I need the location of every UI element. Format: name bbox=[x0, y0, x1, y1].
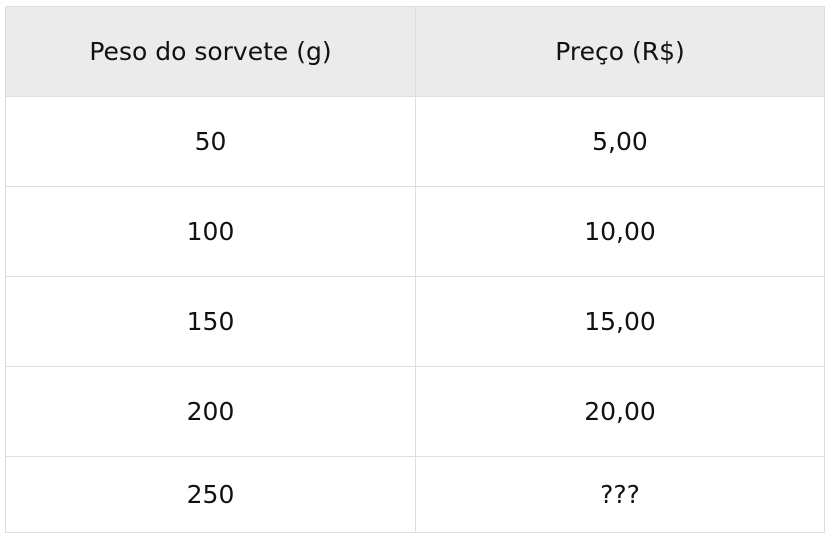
cell-weight: 200 bbox=[5, 366, 416, 457]
price-table-container: Peso do sorvete (g) Preço (R$) 50 5,00 1… bbox=[5, 6, 825, 533]
cell-weight: 100 bbox=[5, 186, 416, 277]
table-row: 250 ??? bbox=[5, 456, 825, 533]
cell-weight: 50 bbox=[5, 96, 416, 187]
cell-price: 10,00 bbox=[415, 186, 825, 277]
cell-weight: 250 bbox=[5, 456, 416, 533]
table-row: 200 20,00 bbox=[5, 366, 825, 457]
table-header-row: Peso do sorvete (g) Preço (R$) bbox=[5, 6, 825, 97]
table-row: 150 15,00 bbox=[5, 276, 825, 367]
cell-weight: 150 bbox=[5, 276, 416, 367]
column-header-price: Preço (R$) bbox=[415, 6, 825, 97]
cell-price: 20,00 bbox=[415, 366, 825, 457]
table-row: 100 10,00 bbox=[5, 186, 825, 277]
table-row: 50 5,00 bbox=[5, 96, 825, 187]
cell-price: 5,00 bbox=[415, 96, 825, 187]
price-table: Peso do sorvete (g) Preço (R$) 50 5,00 1… bbox=[5, 6, 825, 533]
column-header-weight: Peso do sorvete (g) bbox=[5, 6, 416, 97]
cell-price-unknown: ??? bbox=[415, 456, 825, 533]
cell-price: 15,00 bbox=[415, 276, 825, 367]
